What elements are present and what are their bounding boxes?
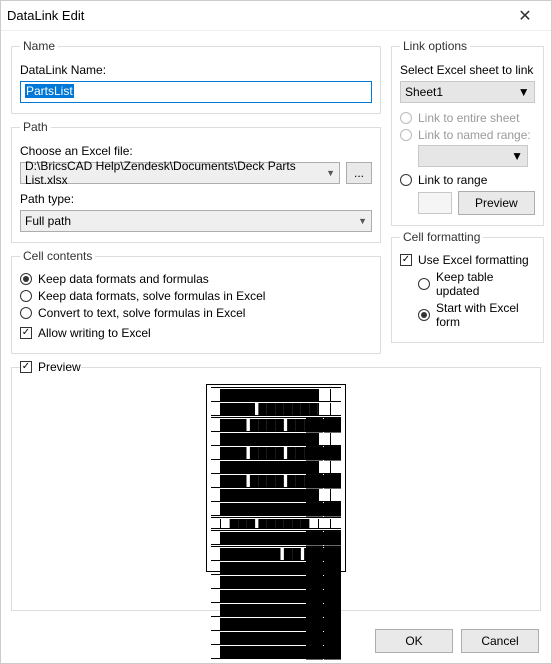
chevron-down-icon: ▼ — [326, 168, 335, 178]
path-legend: Path — [20, 120, 51, 134]
link-options-group: Link options Select Excel sheet to link … — [391, 39, 544, 226]
close-button[interactable]: ✕ — [505, 1, 545, 31]
radio-convert-text[interactable]: Convert to text, solve formulas in Excel — [20, 306, 372, 320]
radio-start-with-excel[interactable]: Start with Excel form — [418, 301, 535, 329]
titlebar: DataLink Edit ✕ — [1, 1, 551, 31]
cell-formatting-group: Cell formatting ✓ Use Excel formatting K… — [391, 230, 544, 343]
select-sheet-label: Select Excel sheet to link — [400, 63, 535, 77]
radio-keep-table-updated[interactable]: Keep table updated — [418, 270, 535, 298]
name-group: Name DataLink Name: PartsList — [11, 39, 381, 114]
preview-group: ✓ Preview ████████████████████ ████ ████… — [11, 360, 541, 611]
radio-keep-formats-solve[interactable]: Keep data formats, solve formulas in Exc… — [20, 289, 372, 303]
cell-contents-group: Cell contents Keep data formats and form… — [11, 249, 381, 354]
window-title: DataLink Edit — [7, 8, 505, 23]
datalink-name-input[interactable]: PartsList — [20, 81, 372, 103]
preview-area: ████████████████████ ████ ██████████████… — [20, 380, 532, 600]
radio-link-named-range: Link to named range: — [400, 128, 535, 142]
datalink-name-label: DataLink Name: — [20, 63, 372, 77]
datalink-name-value: PartsList — [25, 84, 74, 98]
file-combo[interactable]: D:\BricsCAD Help\Zendesk\Documents\Deck … — [20, 162, 340, 184]
cell-contents-legend: Cell contents — [20, 249, 95, 263]
cancel-button[interactable]: Cancel — [461, 629, 539, 653]
pathtype-value: Full path — [25, 214, 71, 228]
browse-button[interactable]: ... — [346, 162, 372, 184]
name-legend: Name — [20, 39, 58, 53]
check-use-excel-formatting[interactable]: ✓ Use Excel formatting — [400, 253, 535, 267]
range-input[interactable] — [418, 192, 452, 214]
sheet-combo[interactable]: Sheet1 ▼ — [400, 81, 535, 103]
chevron-down-icon: ▼ — [511, 149, 523, 163]
dialog-window: DataLink Edit ✕ Name DataLink Name: Part… — [0, 0, 552, 664]
dialog-footer: OK Cancel — [1, 619, 551, 663]
link-options-legend: Link options — [400, 39, 470, 53]
cell-formatting-legend: Cell formatting — [400, 230, 483, 244]
path-group: Path Choose an Excel file: D:\BricsCAD H… — [11, 120, 381, 243]
ok-button[interactable]: OK — [375, 629, 453, 653]
named-range-combo: ▼ — [418, 145, 528, 167]
chevron-down-icon: ▼ — [358, 216, 367, 226]
chevron-down-icon: ▼ — [518, 85, 530, 99]
file-value: D:\BricsCAD Help\Zendesk\Documents\Deck … — [25, 159, 326, 187]
check-allow-writing[interactable]: ✓ Allow writing to Excel — [20, 326, 372, 340]
choose-file-label: Choose an Excel file: — [20, 144, 372, 158]
pathtype-combo[interactable]: Full path ▼ — [20, 210, 372, 232]
preview-sheet: ████████████████████ ████ ██████████████… — [206, 384, 346, 572]
check-preview[interactable]: ✓ Preview — [20, 360, 81, 374]
radio-link-entire-sheet: Link to entire sheet — [400, 111, 535, 125]
preview-button[interactable]: Preview — [458, 191, 535, 215]
radio-link-to-range[interactable]: Link to range — [400, 173, 535, 187]
radio-keep-formats-formulas[interactable]: Keep data formats and formulas — [20, 272, 372, 286]
pathtype-label: Path type: — [20, 192, 372, 206]
